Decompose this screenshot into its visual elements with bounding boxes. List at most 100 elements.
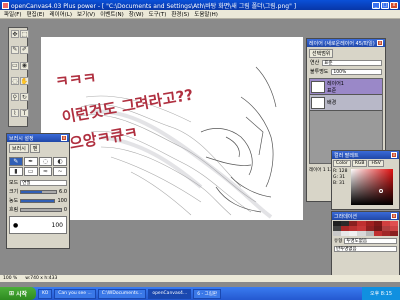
layer-item[interactable]: 레이어1 표준 — [310, 79, 382, 95]
start-button[interactable]: ⊞ 시작 — [0, 287, 36, 300]
green-value: G: 31 — [333, 175, 346, 180]
layer-thumbnail — [311, 96, 325, 109]
swatch-type-label: 유형 — [334, 239, 343, 244]
layer-item[interactable]: 배경 — [310, 95, 382, 111]
lasso-tool-icon[interactable]: ◌ — [11, 77, 19, 86]
brush-panel-title: 브러시 설정 x — [7, 134, 69, 142]
text-tool-icon[interactable]: T — [19, 109, 30, 118]
tab-pen[interactable]: 펜 — [29, 144, 41, 153]
pencil-brush-icon[interactable]: ✎ — [9, 157, 23, 166]
airbrush-icon[interactable]: ◌ — [38, 157, 53, 166]
maximize-button[interactable]: □ — [381, 1, 389, 9]
layer-blend-mode: 표준 — [327, 87, 337, 94]
taskbar-item[interactable]: 6 - 그림판 — [193, 288, 221, 299]
close-button[interactable]: x — [390, 1, 398, 9]
brush-blur-row: 흐림 0 — [7, 205, 69, 214]
color-panel-title: 컬러 팔레트 x — [332, 151, 399, 159]
layer-panel-title-text: 레이어 (새로운레이어 45/파일) — [309, 40, 375, 47]
swatch-type-select[interactable]: 투명도없음 — [344, 238, 397, 244]
layer-name-stack: 레이어1 표준 — [327, 80, 344, 94]
marker-icon[interactable]: ▮ — [9, 167, 23, 176]
rotate-tool-icon[interactable]: ↻ — [19, 93, 30, 102]
system-tray-clock[interactable]: 오후 8:15 — [362, 287, 400, 300]
swatch-panel-title: 그라데이션 x — [332, 212, 399, 220]
brush-size-row: 크기 6.0 — [7, 187, 69, 196]
color-swatch[interactable] — [381, 231, 390, 236]
brush-mode-select[interactable]: 연필 — [20, 179, 67, 186]
layer-name: 레이어1 — [327, 80, 344, 87]
brush-density-value: 100 — [57, 197, 67, 204]
taskbar-item[interactable]: KO — [38, 288, 53, 299]
brush-mode-row: 모드 연필 — [7, 178, 69, 187]
sketch-drawing — [75, 66, 277, 219]
minimize-button[interactable]: _ — [372, 1, 380, 9]
brush-size-fill — [21, 190, 43, 193]
color-swatch[interactable] — [333, 231, 342, 236]
menu-settings[interactable]: 환경(S) — [171, 10, 189, 18]
blur-icon[interactable]: ≈ — [38, 167, 53, 176]
brush-tool-icon[interactable]: ✐ — [19, 45, 30, 54]
rgb-values: R: 128 G: 31 B: 31 — [333, 169, 349, 205]
color-swatch[interactable] — [349, 231, 358, 236]
menu-help[interactable]: 도움말(H) — [194, 10, 218, 18]
menu-bar: 파일(F) 편집(E) 레이어(L) 보기(V) 이벤트(N) 창(W) 도구(… — [0, 10, 400, 19]
pen-brush-icon[interactable]: ✒ — [23, 157, 38, 166]
eraser-brush-icon[interactable]: ▭ — [23, 167, 38, 176]
app-icon — [2, 1, 9, 9]
move-tool-icon[interactable]: ✥ — [11, 30, 19, 38]
smudge-icon[interactable]: ~ — [53, 167, 67, 176]
watercolor-icon[interactable]: ◐ — [53, 157, 67, 166]
fill-tool-icon[interactable]: ◉ — [19, 61, 30, 70]
zoom-level[interactable]: 100 % — [3, 276, 17, 281]
menu-event[interactable]: 이벤트(N) — [100, 10, 124, 18]
color-swatch[interactable] — [389, 231, 398, 236]
zoom-tool-icon[interactable]: ⚲ — [11, 93, 19, 102]
canvas-dimensions: w:740 x h:433 — [25, 276, 58, 281]
tab-selection[interactable]: 선택범위 — [309, 49, 334, 58]
tab-color[interactable]: Color — [333, 160, 351, 167]
drawing-canvas[interactable]: ㅋㅋㅋ 이런것도 그려라고?? 으앙ㅋ큐ㅋ — [41, 37, 303, 220]
brush-size-slider[interactable] — [20, 189, 58, 194]
taskbar-item[interactable]: C:\WDocuments... — [97, 288, 147, 299]
eyedropper-tool-icon[interactable]: ⌇ — [11, 109, 19, 118]
color-swatch[interactable] — [365, 231, 374, 236]
saturation-value-picker[interactable] — [351, 169, 393, 205]
select-tool-icon[interactable]: ⬚ — [19, 30, 30, 38]
color-body: R: 128 G: 31 B: 31 — [332, 168, 399, 206]
layer-panel-close-icon[interactable]: x — [377, 40, 383, 46]
swatch-opacity-select[interactable]: 반투명없음 — [334, 246, 397, 252]
swatch-panel-close-icon[interactable]: x — [391, 213, 397, 219]
menu-edit[interactable]: 편집(E) — [27, 10, 45, 18]
layer-opacity-field[interactable]: 100% — [331, 68, 382, 75]
taskbar-item[interactable]: Can you see ... — [54, 288, 96, 299]
menu-view[interactable]: 보기(V) — [77, 10, 95, 18]
brush-panel: 브러시 설정 x 브러시 펜 ✎ ✒ ◌ ◐ ▮ ▭ ≈ ~ 모드 연필 크기 … — [6, 133, 70, 249]
brush-blur-slider[interactable] — [20, 207, 62, 212]
brush-tabs: 브러시 펜 — [7, 142, 69, 155]
menu-file[interactable]: 파일(F) — [4, 10, 22, 18]
layer-tabs: 선택범위 — [307, 47, 385, 58]
menu-window[interactable]: 창(W) — [129, 10, 144, 18]
red-value: R: 128 — [333, 169, 348, 174]
color-swatch[interactable] — [341, 231, 350, 236]
eraser-tool-icon[interactable]: ▭ — [11, 61, 19, 70]
taskbar-item-active[interactable]: openCanvas4... — [148, 288, 192, 299]
brush-density-fill — [21, 199, 55, 202]
menu-tools[interactable]: 도구(T) — [149, 10, 167, 18]
swatch-opacity-row: 반투명없음 — [332, 245, 399, 253]
hand-tool-icon[interactable]: ✋ — [19, 77, 30, 86]
pen-tool-icon[interactable]: ✎ — [11, 45, 19, 54]
color-swatch[interactable] — [373, 231, 382, 236]
layer-mode-select[interactable]: 표준 — [322, 59, 382, 66]
brush-density-slider[interactable] — [20, 198, 56, 203]
tab-brush[interactable]: 브러시 — [9, 144, 29, 153]
color-panel-close-icon[interactable]: x — [391, 152, 397, 158]
tab-rgb[interactable]: RGB — [351, 160, 368, 167]
brush-panel-close-icon[interactable]: x — [61, 135, 67, 141]
layer-panel-title: 레이어 (새로운레이어 45/파일) x — [307, 39, 385, 47]
menu-layer[interactable]: 레이어(L) — [49, 10, 72, 18]
color-picker-cursor[interactable] — [379, 189, 383, 193]
tab-hsv[interactable]: HSV — [368, 160, 384, 167]
color-swatch[interactable] — [357, 231, 366, 236]
brush-size-value: 6.0 — [59, 188, 67, 195]
